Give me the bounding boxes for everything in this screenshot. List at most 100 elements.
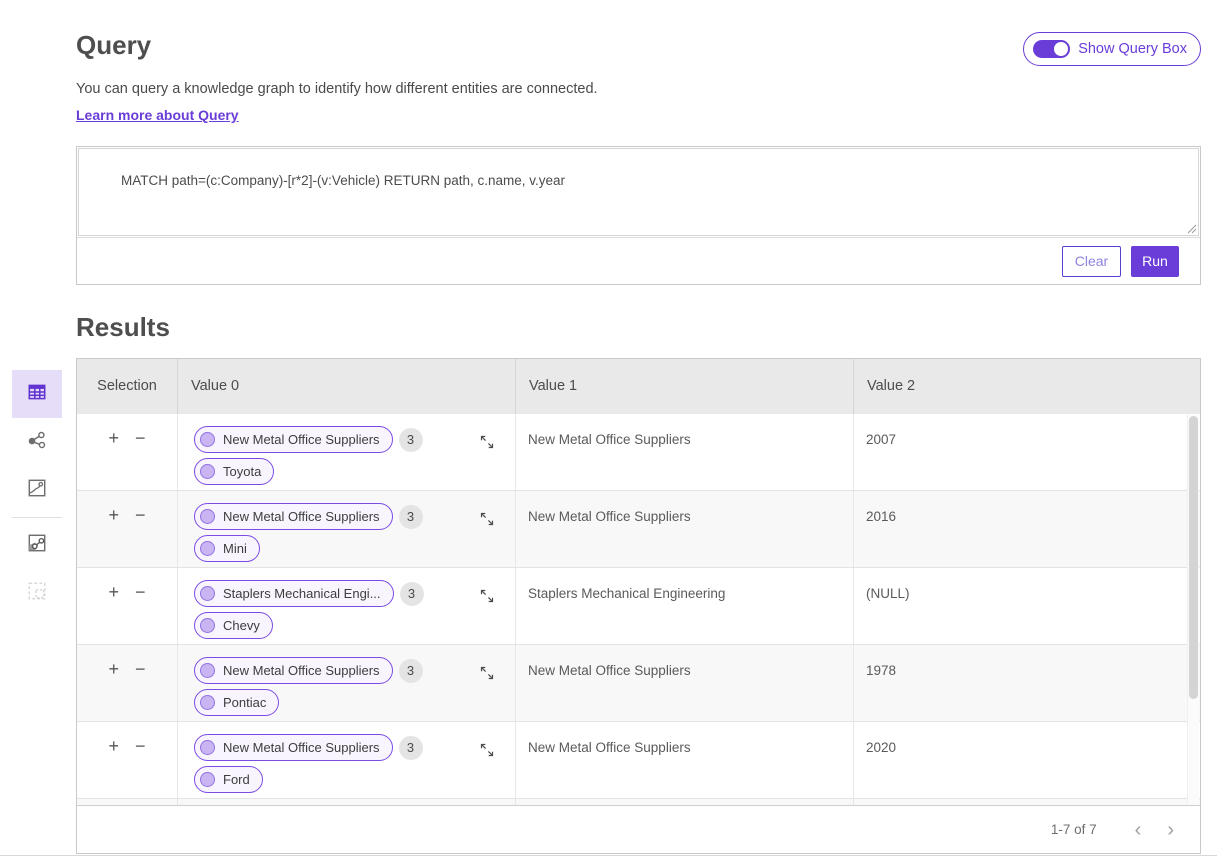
entity-dot-icon (200, 740, 215, 755)
entity-dot-icon (200, 541, 215, 556)
page-header: Query You can query a knowledge graph to… (76, 30, 1201, 125)
entity-chip[interactable]: Mini (194, 535, 260, 562)
value2-cell: (NULL) (853, 568, 1200, 644)
entity-chip-label: Chevy (223, 618, 260, 633)
table-row: + − New Metal Office Suppliers 3 (77, 722, 1200, 799)
column-header-value0: Value 0 (177, 359, 515, 414)
entity-chip-label: New Metal Office Suppliers (223, 432, 380, 447)
column-header-value2: Value 2 (853, 359, 1200, 414)
value1-cell: New Metal Office Suppliers (515, 645, 853, 721)
clear-button[interactable]: Clear (1062, 246, 1121, 277)
chevron-left-icon[interactable]: ‹ (1135, 820, 1142, 840)
entity-chip[interactable]: Ford (194, 766, 263, 793)
link-chart-view-icon (26, 429, 48, 456)
selection-cell: + − (77, 645, 177, 721)
expand-icon[interactable] (479, 430, 495, 450)
run-button[interactable]: Run (1131, 246, 1179, 277)
pagination-range-label: 1-7 of 7 (1051, 822, 1097, 837)
page-description: You can query a knowledge graph to ident… (76, 81, 1201, 97)
expand-icon[interactable] (479, 584, 495, 604)
map-view-icon (26, 477, 48, 504)
table-row: + − New Metal Office Suppliers 3 (77, 491, 1200, 568)
count-badge: 3 (399, 428, 423, 452)
add-selection-button[interactable]: + (108, 737, 119, 755)
sidebar-item-map-link-chart-view[interactable] (12, 521, 62, 569)
entity-chip[interactable]: Chevy (194, 612, 273, 639)
remove-selection-button[interactable]: − (135, 660, 146, 678)
count-badge: 3 (399, 505, 423, 529)
toggle-switch-icon (1033, 40, 1070, 58)
sidebar-item-map-view[interactable] (12, 466, 62, 514)
query-input[interactable]: MATCH path=(c:Company)-[r*2]-(v:Vehicle)… (78, 148, 1199, 236)
entity-chip-label: New Metal Office Suppliers (223, 509, 380, 524)
add-selection-button[interactable]: + (108, 429, 119, 447)
selection-cell: + − (77, 414, 177, 490)
value2-cell: 2016 (853, 491, 1200, 567)
entity-dot-icon (200, 618, 215, 633)
selection-cell: + − (77, 568, 177, 644)
value1-cell: New Metal Office Suppliers (515, 491, 853, 567)
chevron-right-icon[interactable]: › (1167, 820, 1174, 840)
remove-selection-button[interactable]: − (135, 737, 146, 755)
expand-icon[interactable] (479, 507, 495, 527)
value1-cell: New Metal Office Suppliers (515, 414, 853, 490)
entity-dot-icon (200, 586, 215, 601)
resize-handle-icon[interactable] (1149, 224, 1197, 234)
entity-chip[interactable]: New Metal Office Suppliers (194, 426, 393, 453)
toggle-label: Show Query Box (1078, 41, 1187, 57)
value0-cell: New Metal Office Suppliers 3 (177, 414, 515, 490)
table-row: + − New Metal Office Suppliers 3 (77, 645, 1200, 722)
table-row-clipped (77, 799, 1200, 805)
expand-icon[interactable] (479, 738, 495, 758)
table-row: + − New Metal Office Suppliers 3 (77, 414, 1200, 491)
add-selection-button[interactable]: + (108, 506, 119, 524)
selection-tool-icon (26, 580, 48, 607)
entity-chip[interactable]: Pontiac (194, 689, 279, 716)
entity-dot-icon (200, 432, 215, 447)
sidebar-divider (12, 517, 62, 518)
remove-selection-button[interactable]: − (135, 583, 146, 601)
remove-selection-button[interactable]: − (135, 429, 146, 447)
count-badge: 3 (400, 582, 424, 606)
value2-cell: 2020 (853, 722, 1200, 798)
entity-chip-label: New Metal Office Suppliers (223, 740, 380, 755)
table-body: + − New Metal Office Suppliers 3 (77, 414, 1200, 805)
entity-chip[interactable]: Toyota (194, 458, 274, 485)
scrollbar-thumb[interactable] (1189, 416, 1198, 699)
entity-chip-label: New Metal Office Suppliers (223, 663, 380, 678)
add-selection-button[interactable]: + (108, 660, 119, 678)
add-selection-button[interactable]: + (108, 583, 119, 601)
show-query-box-toggle[interactable]: Show Query Box (1023, 32, 1201, 66)
learn-more-link[interactable]: Learn more about Query (76, 107, 239, 123)
column-header-selection: Selection (77, 359, 177, 414)
entity-chip-label: Toyota (223, 464, 261, 479)
count-badge: 3 (399, 659, 423, 683)
expand-icon[interactable] (479, 661, 495, 681)
entity-chip-label: Pontiac (223, 695, 266, 710)
results-table-panel: Selection Value 0 Value 1 Value 2 + − Ne… (76, 358, 1201, 854)
entity-chip[interactable]: Staplers Mechanical Engi... (194, 580, 394, 607)
sidebar-item-link-chart-view[interactable] (12, 418, 62, 466)
entity-dot-icon (200, 464, 215, 479)
entity-dot-icon (200, 509, 215, 524)
value0-cell: Staplers Mechanical Engi... 3 (177, 568, 515, 644)
remove-selection-button[interactable]: − (135, 506, 146, 524)
entity-chip[interactable]: New Metal Office Suppliers (194, 734, 393, 761)
entity-chip[interactable]: New Metal Office Suppliers (194, 657, 393, 684)
table-footer: 1-7 of 7 ‹ › (77, 805, 1200, 853)
value0-cell: New Metal Office Suppliers 3 (177, 491, 515, 567)
entity-chip[interactable]: New Metal Office Suppliers (194, 503, 393, 530)
sidebar-item-table-view[interactable] (12, 370, 62, 418)
entity-dot-icon (200, 772, 215, 787)
entity-dot-icon (200, 695, 215, 710)
selection-cell: + − (77, 491, 177, 567)
value1-cell: Staplers Mechanical Engineering (515, 568, 853, 644)
value1-cell: New Metal Office Suppliers (515, 722, 853, 798)
value0-cell: New Metal Office Suppliers 3 (177, 645, 515, 721)
value2-cell: 1978 (853, 645, 1200, 721)
value2-cell: 2007 (853, 414, 1200, 490)
value0-cell: New Metal Office Suppliers 3 (177, 722, 515, 798)
results-title: Results (76, 312, 1201, 343)
table-row: + − Staplers Mechanical Engi... 3 (77, 568, 1200, 645)
map-link-chart-view-icon (26, 532, 48, 559)
